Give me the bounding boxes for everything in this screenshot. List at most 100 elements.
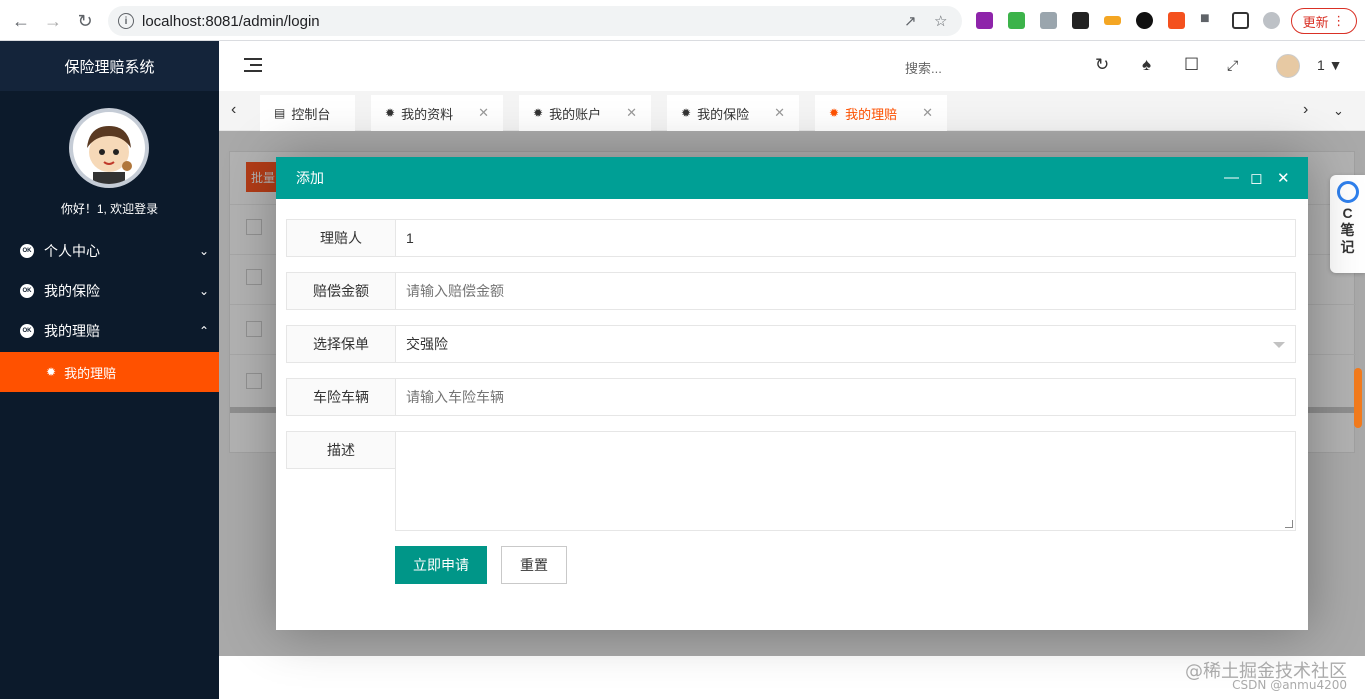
close-icon[interactable]: ✕ xyxy=(922,105,933,121)
vehicle-input[interactable]: 请输入车险车辆 xyxy=(395,378,1296,416)
form-row-description: 描述 xyxy=(286,431,1296,531)
watermark-csdn: CSDN @anmu4200 xyxy=(1232,678,1347,692)
avatar xyxy=(69,108,149,188)
dialog-header: 添加 — ◻ ✕ xyxy=(276,157,1308,199)
menu-toggle-icon[interactable] xyxy=(244,57,262,73)
update-label: 更新 xyxy=(1302,14,1329,30)
header-user[interactable]: 1 ▼ xyxy=(1317,57,1343,73)
tab-scroll-right-icon[interactable]: › xyxy=(1303,101,1308,119)
scrollbar[interactable] xyxy=(1354,368,1362,428)
menu-personal-center[interactable]: OK 个人中心 ⌄ xyxy=(0,231,219,271)
amount-input[interactable]: 请输入赔偿金额 xyxy=(395,272,1296,310)
ok-icon: OK xyxy=(20,284,34,298)
form-row-policy: 选择保单 交强险 xyxy=(286,325,1296,363)
tab-scroll-left-icon[interactable]: ‹ xyxy=(231,101,236,119)
form-row-amount: 赔偿金额 请输入赔偿金额 xyxy=(286,272,1296,310)
field-label: 赔偿金额 xyxy=(286,272,396,310)
menu-label: 个人中心 xyxy=(44,243,100,259)
palm-icon: ✹ xyxy=(533,106,544,120)
add-dialog: 添加 — ◻ ✕ 理赔人 1 赔偿金额 请输入赔偿金额 选择保单 交强险 车险车… xyxy=(276,157,1308,630)
extension-rp-icon[interactable] xyxy=(976,12,993,29)
palm-icon: ✹ xyxy=(829,106,840,120)
tab-label: 控制台 xyxy=(291,106,331,122)
reload-icon[interactable]: ↻ xyxy=(69,5,101,37)
header-user-name: 1 xyxy=(1317,57,1325,73)
tab-my-profile[interactable]: ✹ 我的资料 ✕ xyxy=(371,95,503,131)
ok-icon: OK xyxy=(20,324,34,338)
site-info-icon[interactable]: i xyxy=(118,13,134,29)
search-input[interactable]: 搜索... xyxy=(905,58,942,77)
form-row-claimant: 理赔人 1 xyxy=(286,219,1296,257)
reset-button[interactable]: 重置 xyxy=(501,546,567,584)
profile-icon[interactable] xyxy=(1263,12,1280,29)
submit-button[interactable]: 立即申请 xyxy=(395,546,487,584)
note-widget-line1: C xyxy=(1342,205,1353,221)
share-icon[interactable]: ↗ xyxy=(904,12,917,30)
extension-image-icon[interactable] xyxy=(1040,12,1057,29)
submenu-label: 我的理赔 xyxy=(64,365,117,381)
extension-vpn-icon[interactable] xyxy=(1104,16,1121,25)
chevron-down-icon: ⌄ xyxy=(198,244,209,258)
palm-icon: ✹ xyxy=(385,106,396,120)
menu-my-claims[interactable]: OK 我的理赔 ⌃ xyxy=(0,311,219,351)
description-textarea[interactable] xyxy=(395,431,1296,531)
header-avatar[interactable] xyxy=(1276,54,1300,78)
chevron-up-icon: ⌃ xyxy=(198,324,209,338)
field-label: 车险车辆 xyxy=(286,378,396,416)
back-arrow-icon[interactable]: ← xyxy=(5,5,37,37)
ok-icon: OK xyxy=(20,244,34,258)
tab-label: 我的资料 xyxy=(401,106,454,122)
note-widget-line3: 记 xyxy=(1340,239,1355,255)
maximize-icon[interactable]: ◻ xyxy=(1250,169,1262,187)
extension-infinity-icon[interactable] xyxy=(1136,12,1153,29)
chevron-down-icon: ⌄ xyxy=(198,284,209,298)
menu-my-insurance[interactable]: OK 我的保险 ⌄ xyxy=(0,271,219,311)
fullscreen-icon[interactable]: ⤢ xyxy=(1227,57,1238,74)
field-label: 理赔人 xyxy=(286,219,396,257)
brand-title: 保险理赔系统 xyxy=(0,41,219,91)
tab-label: 我的账户 xyxy=(549,106,602,122)
note-widget[interactable]: C 笔 记 xyxy=(1330,175,1365,273)
tab-my-insurance[interactable]: ✹ 我的保险 ✕ xyxy=(667,95,799,131)
chevron-down-icon[interactable]: ⌄ xyxy=(1333,103,1344,119)
refresh-icon[interactable]: ↻ xyxy=(1095,55,1109,75)
bell-icon[interactable]: ♠ xyxy=(1142,55,1151,75)
sidebar: 保险理赔系统 你好！1, 欢迎登录 OK 个人中心 ⌄ OK 我的保险 ⌄ OK… xyxy=(0,41,219,699)
policy-select[interactable]: 交强险 xyxy=(395,325,1296,363)
welcome-text: 你好！1, 欢迎登录 xyxy=(60,202,159,216)
url-text: localhost:8081/admin/login xyxy=(142,12,320,30)
tab-my-account[interactable]: ✹ 我的账户 ✕ xyxy=(519,95,651,131)
field-label: 选择保单 xyxy=(286,325,396,363)
dialog-title: 添加 xyxy=(296,170,324,186)
palm-icon: ✹ xyxy=(681,106,692,120)
forward-arrow-icon[interactable]: → xyxy=(37,5,69,37)
submenu-my-claims[interactable]: ✹ 我的理赔 xyxy=(0,352,219,392)
update-button[interactable]: 更新 ⋮ xyxy=(1291,8,1357,34)
address-bar[interactable]: i localhost:8081/admin/login ↗ ☆ xyxy=(108,6,962,36)
browser-toolbar: ← → ↻ i localhost:8081/admin/login ↗ ☆ ■… xyxy=(0,0,1365,41)
bookmark-star-icon[interactable]: ☆ xyxy=(934,12,947,30)
tab-console[interactable]: ▤ 控制台 xyxy=(260,95,355,131)
note-logo-icon xyxy=(1336,181,1359,203)
close-icon[interactable]: ✕ xyxy=(774,105,785,121)
note-widget-line2: 笔 xyxy=(1340,222,1355,238)
menu-label: 我的理赔 xyxy=(44,323,100,339)
policy-select-value: 交强险 xyxy=(406,336,448,352)
claimant-input[interactable]: 1 xyxy=(395,219,1296,257)
palm-icon: ✹ xyxy=(46,365,57,379)
close-icon[interactable]: ✕ xyxy=(1277,169,1290,187)
extensions-puzzle-icon[interactable]: ■ xyxy=(1200,10,1217,27)
menu-label: 我的保险 xyxy=(44,283,100,299)
close-icon[interactable]: ✕ xyxy=(626,105,637,121)
extension-dots-icon[interactable] xyxy=(1072,12,1089,29)
dashboard-icon: ▤ xyxy=(274,106,286,120)
resize-handle-icon[interactable] xyxy=(1285,520,1293,528)
close-icon[interactable]: ✕ xyxy=(478,105,489,121)
minimize-icon[interactable]: — xyxy=(1224,169,1239,186)
extension-c-icon[interactable] xyxy=(1168,12,1185,29)
tab-my-claims[interactable]: ✹ 我的理赔 ✕ xyxy=(815,95,947,131)
side-panel-icon[interactable] xyxy=(1232,12,1249,29)
extension-chat-icon[interactable] xyxy=(1008,12,1025,29)
top-header: 搜索... ↻ ♠ ☐ ⤢ 1 ▼ xyxy=(219,41,1365,91)
lock-icon[interactable]: ☐ xyxy=(1184,55,1199,75)
